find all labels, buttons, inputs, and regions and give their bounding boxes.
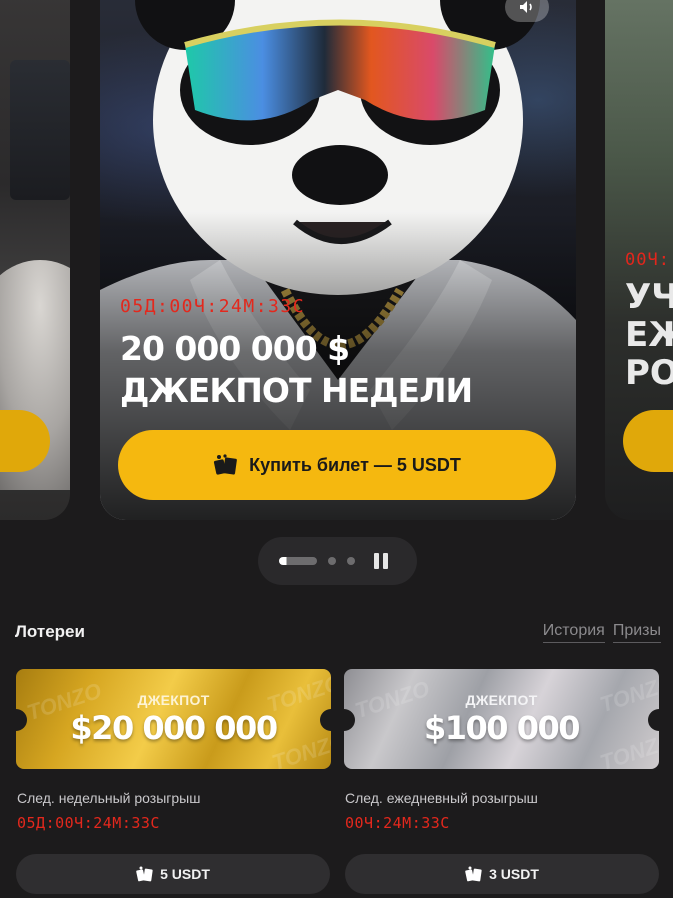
weekly-draw-timer: 05Д:00Ч:24М:33С — [17, 814, 160, 832]
countdown-timer: 05Д:00Ч:24М:33С — [120, 296, 306, 317]
next-slide-timer: 00Ч: — [625, 250, 670, 270]
carousel-slide-next[interactable]: 00Ч: УЧА ЕЖ РОЗ — [605, 0, 673, 520]
ticket-label: ДЖЕКПОТ — [465, 691, 538, 708]
carousel-slide-previous[interactable] — [0, 0, 70, 520]
daily-buy-button[interactable]: 3 USDT — [345, 854, 659, 894]
prizes-link[interactable]: Призы — [612, 622, 661, 643]
daily-lottery-ticket[interactable]: TONZO TONZO TONZO ДЖЕКПОТ $100 000 — [344, 669, 659, 769]
daily-draw-label: След. ежедневный розыгрыш — [345, 790, 538, 806]
buy-ticket-label: Купить билет — 5 USDT — [249, 454, 461, 475]
headline-amount: 20 000 000 $ — [120, 329, 350, 368]
next-slide-buy-button[interactable] — [623, 410, 673, 472]
lotteries-heading: Лотереи — [15, 622, 85, 641]
daily-price-label: 3 USDT — [489, 866, 539, 882]
sound-icon — [520, 1, 532, 13]
pager-dot-active[interactable] — [279, 557, 317, 565]
ticket-icon — [465, 866, 482, 882]
headline-subtitle: ДЖЕКПОТ НЕДЕЛИ — [120, 371, 473, 410]
ticket-icon — [213, 454, 239, 476]
jackpot-amount: $20 000 000 — [70, 708, 278, 747]
pager-dot[interactable] — [347, 557, 355, 565]
carousel-slide-active[interactable]: 05Д:00Ч:24М:33С 20 000 000 $ ДЖЕКПОТ НЕД… — [100, 0, 576, 520]
buy-ticket-button[interactable]: Купить билет — 5 USDT — [118, 430, 556, 500]
carousel-pager — [258, 537, 417, 585]
slide-image-fragment — [10, 60, 70, 200]
weekly-buy-button[interactable]: 5 USDT — [16, 854, 330, 894]
pager-dot[interactable] — [328, 557, 336, 565]
history-link[interactable]: История — [542, 622, 605, 643]
ticket-label: ДЖЕКПОТ — [137, 691, 210, 708]
ticket-icon — [136, 866, 153, 882]
lotteries-links: История Призы — [542, 622, 661, 643]
promo-carousel[interactable]: 05Д:00Ч:24М:33С 20 000 000 $ ДЖЕКПОТ НЕД… — [0, 0, 673, 530]
pause-icon[interactable] — [374, 553, 390, 569]
weekly-lottery-ticket[interactable]: TONZO TONZO TONZO ДЖЕКПОТ $20 000 000 — [16, 669, 331, 769]
slide-headline: 20 000 000 $ ДЖЕКПОТ НЕДЕЛИ — [120, 328, 473, 412]
sound-toggle-button[interactable] — [505, 0, 549, 22]
weekly-price-label: 5 USDT — [160, 866, 210, 882]
daily-draw-timer: 00Ч:24М:33С — [345, 814, 450, 832]
next-slide-title: УЧА ЕЖ РОЗ — [625, 277, 673, 393]
jackpot-amount: $100 000 — [424, 708, 581, 747]
weekly-draw-label: След. недельный розыгрыш — [17, 790, 201, 806]
